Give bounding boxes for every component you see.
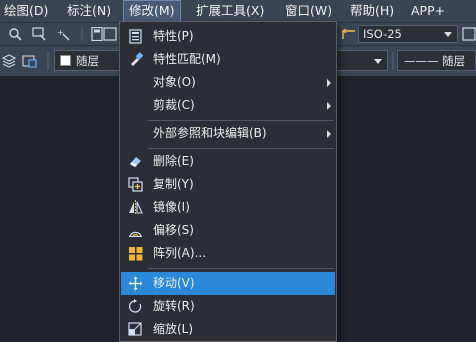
chevron-down-icon [444,32,452,37]
match-properties-icon [128,52,144,67]
menu-item-mirror[interactable]: 镜像(I) [121,196,335,219]
layer-properties-icon[interactable] [22,54,38,71]
dimension-style-select[interactable]: ISO-25 [358,25,458,43]
menu-item-rotate[interactable]: 旋转(R) [121,295,335,318]
menu-extension-tools[interactable]: 扩展工具(X) [196,0,264,22]
menu-window[interactable]: 窗口(W) [285,0,332,22]
color-select[interactable]: 随层 [54,50,124,71]
separator-icon [46,52,50,73]
menu-help[interactable]: 帮助(H) [350,0,394,22]
lineweight-select[interactable]: ——— 随层 [397,50,476,71]
chevron-right-icon [327,102,331,110]
scale-icon [128,322,143,337]
menu-dimension[interactable]: 标注(N) [67,0,111,22]
menu-separator [148,120,334,121]
toolbar-partial-icon[interactable] [103,27,117,44]
offset-icon [128,223,143,238]
move-icon [128,276,143,291]
properties-icon [128,29,143,44]
separator-icon [391,52,395,73]
menu-item-array[interactable]: 阵列(A)... [121,242,335,265]
menu-item-move[interactable]: 移动(V) [121,272,335,295]
menu-item-copy[interactable]: 复制(Y) [121,173,335,196]
menu-item-offset[interactable]: 偏移(S) [121,219,335,242]
menu-item-properties[interactable]: 特性(P) [121,25,335,48]
color-swatch [60,55,71,66]
menu-draw[interactable]: 绘图(D) [4,0,48,22]
erase-icon [128,154,143,169]
menu-bar: 绘图(D) 标注(N) 修改(M) 扩展工具(X) 窗口(W) 帮助(H) AP… [0,0,476,22]
menu-item-xref-block-edit[interactable]: 外部参照和块编辑(B) [121,122,335,145]
menu-item-clip[interactable]: 剪裁(C) [121,94,335,117]
copy-icon [128,177,143,192]
layer-stack-icon[interactable] [1,54,17,71]
dimstyle-icon[interactable] [341,26,357,45]
zoom-previous-icon[interactable] [32,27,48,44]
menu-modify[interactable]: 修改(M) [123,0,181,22]
color-value: 随层 [76,53,99,68]
chevron-right-icon [327,130,331,138]
menu-app-plus[interactable]: APP+ [411,0,445,22]
zoom-window-icon[interactable] [8,27,24,44]
rotate-icon [128,299,143,314]
menu-item-erase[interactable]: 删除(E) [121,150,335,173]
menu-separator [148,268,334,269]
modify-menu-dropdown: 特性(P) 特性匹配(M) 对象(O) 剪裁(C) 外部参照和块编辑(B) 删除… [119,21,337,342]
chevron-down-icon [374,58,382,64]
separator-icon [80,27,84,44]
dimension-style-value: ISO-25 [363,27,402,41]
lineweight-value: ——— 随层 [404,53,466,68]
toolbar-overflow-icon[interactable] [462,27,476,44]
mirror-icon [128,200,143,215]
linetype-select[interactable]: 随层 [336,50,388,71]
menu-separator [148,148,334,149]
zoom-realtime-icon[interactable]: + [56,27,72,44]
menu-item-match-properties[interactable]: 特性匹配(M) [121,48,335,71]
array-icon [128,246,143,261]
menu-item-scale[interactable]: 缩放(L) [121,318,335,341]
menu-item-object[interactable]: 对象(O) [121,71,335,94]
svg-text:+: + [57,28,64,37]
chevron-right-icon [327,79,331,87]
